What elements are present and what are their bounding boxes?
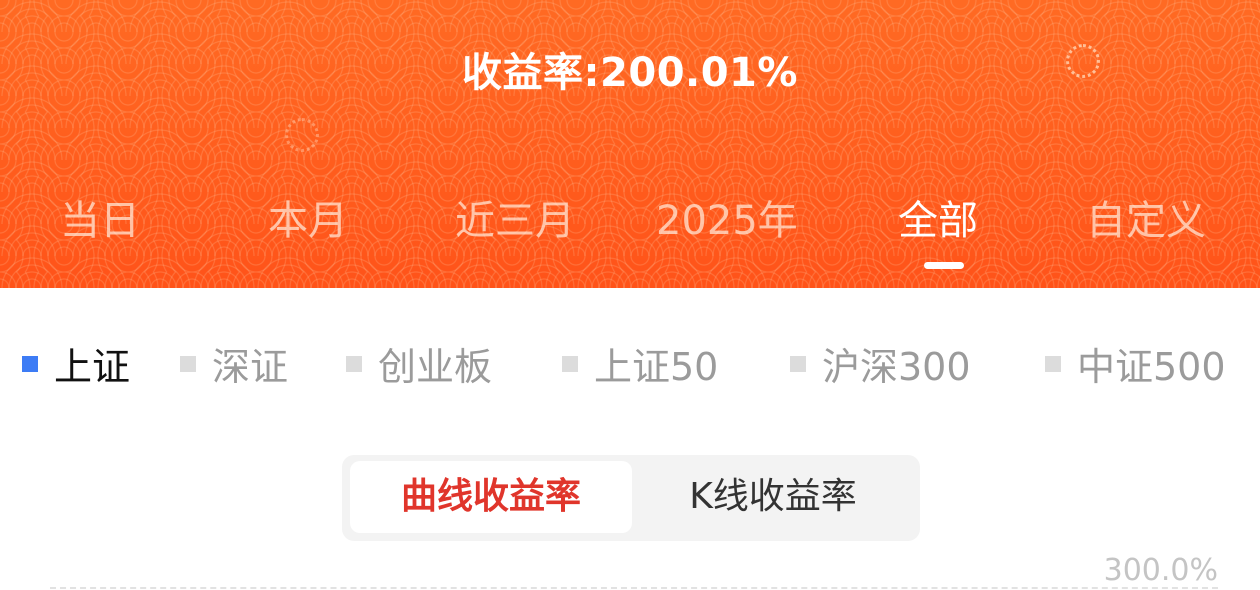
legend-square-icon: [180, 355, 196, 372]
chart-gridline: [50, 587, 1218, 589]
index-label: 创业板: [378, 345, 493, 389]
tab-last-three-months[interactable]: 近三月: [455, 188, 575, 246]
curve-return-option[interactable]: 曲线收益率: [350, 461, 632, 533]
tab-this-month[interactable]: 本月: [268, 188, 348, 246]
tab-year-2025[interactable]: 2025年: [656, 188, 798, 246]
index-label: 中证500: [1077, 345, 1226, 389]
tab-today[interactable]: 当日: [60, 188, 140, 246]
index-legend: 上证 深证 创业板 上证50 沪深300 中证500: [0, 336, 1260, 392]
index-label: 上证50: [594, 345, 719, 389]
chart-y-axis-top-label: 300.0%: [1103, 553, 1218, 588]
index-item-sse[interactable]: 上证: [22, 336, 130, 391]
index-label: 上证: [54, 345, 131, 389]
legend-square-icon: [346, 355, 362, 372]
returns-header: 收益率:200.01% 当日 本月 近三月 2025年 全部 自定义: [0, 0, 1260, 288]
legend-square-icon: [1045, 355, 1061, 372]
index-item-chinext[interactable]: 创业板: [346, 336, 492, 391]
legend-square-icon: [562, 355, 578, 372]
legend-square-icon: [22, 355, 38, 372]
tab-all[interactable]: 全部: [898, 188, 978, 246]
loading-spinner-icon: [285, 118, 319, 152]
legend-square-icon: [790, 355, 806, 372]
index-item-csi300[interactable]: 沪深300: [790, 336, 971, 391]
index-label: 沪深300: [822, 345, 971, 389]
tab-custom[interactable]: 自定义: [1086, 188, 1206, 246]
period-tab-bar: 当日 本月 近三月 2025年 全部 自定义: [0, 188, 1260, 248]
index-item-szse[interactable]: 深证: [180, 336, 288, 391]
kline-return-option[interactable]: K线收益率: [634, 461, 912, 533]
index-item-sse50[interactable]: 上证50: [562, 336, 718, 391]
active-tab-indicator: [924, 262, 964, 269]
index-label: 深证: [212, 345, 289, 389]
chart-mode-toggle: 曲线收益率 K线收益率: [342, 455, 920, 541]
loading-spinner-icon: [1066, 44, 1100, 78]
index-item-csi500[interactable]: 中证500: [1045, 336, 1226, 391]
